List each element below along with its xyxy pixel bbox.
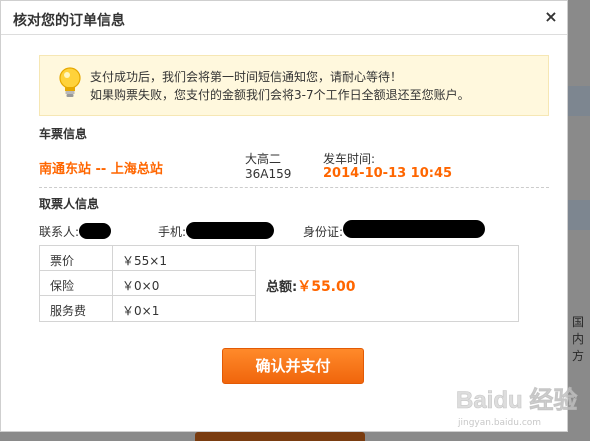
total-label: 总额: <box>266 280 298 295</box>
depart-time-value: 2014-10-13 10:45 <box>323 166 453 181</box>
contact-label: 联系人: <box>39 225 80 239</box>
column-divider <box>255 246 256 321</box>
depart-time-label: 发车时间: <box>323 152 376 166</box>
total-amount: 总额:￥55.00 <box>266 276 356 296</box>
pickup-section-title: 取票人信息 <box>39 197 100 211</box>
redacted-id <box>343 220 485 238</box>
divider <box>39 187 549 188</box>
cell-divider <box>112 246 113 271</box>
price-value: ￥0×1 <box>122 304 160 318</box>
lightbulb-icon <box>59 67 81 97</box>
background-button <box>195 432 365 441</box>
watermark-text: Baidu 经验 <box>456 386 577 414</box>
price-row: 票价 ￥55×1 <box>40 246 255 271</box>
dialog-header: 核对您的订单信息 × <box>1 1 567 35</box>
price-label: 票价 <box>50 254 75 268</box>
route-text: 南通东站 -- 上海总站 <box>39 162 163 177</box>
price-table: 票价 ￥55×1 保险 ￥0×0 服务费 ￥0×1 总额:￥55.00 <box>39 245 519 322</box>
notice-text: 如果购票失败，您支付的金额我们会将3-7个工作日全额退还至您账户。 <box>90 88 470 102</box>
notice-box: 支付成功后，我们会将第一时间短信通知您，请耐心等待！ 如果购票失败，您支付的金额… <box>39 55 549 116</box>
price-row: 保险 ￥0×0 <box>40 271 255 296</box>
redacted-phone <box>186 222 274 239</box>
background-text: 国内方 <box>572 315 585 363</box>
watermark-url: jingyan.baidu.com <box>458 418 542 428</box>
notice-text: 支付成功后，我们会将第一时间短信通知您，请耐心等待！ <box>90 70 403 84</box>
baidu-watermark-logo: Baidu 经验 <box>456 386 578 415</box>
confirm-pay-button[interactable]: 确认并支付 <box>222 348 364 384</box>
cell-divider <box>112 271 113 296</box>
dialog-title: 核对您的订单信息 <box>13 13 125 29</box>
cell-divider <box>112 296 113 321</box>
id-label: 身份证: <box>303 225 344 239</box>
ticket-section-title: 车票信息 <box>39 127 88 141</box>
price-label: 保险 <box>50 279 75 293</box>
close-icon[interactable]: × <box>543 8 559 26</box>
price-value: ￥0×0 <box>122 279 160 293</box>
order-confirm-dialog: 核对您的订单信息 × 支付成功后，我们会将第一时间短信通知您，请耐心等待！ 如果… <box>0 0 568 432</box>
total-value: ￥55.00 <box>297 279 356 295</box>
bus-number: 36A159 <box>245 167 292 181</box>
price-value: ￥55×1 <box>122 254 167 268</box>
phone-label: 手机: <box>158 225 187 239</box>
redacted-contact <box>79 223 111 239</box>
bus-type: 大高二 <box>245 152 282 166</box>
price-label: 服务费 <box>50 304 87 318</box>
price-row: 服务费 ￥0×1 <box>40 296 255 321</box>
